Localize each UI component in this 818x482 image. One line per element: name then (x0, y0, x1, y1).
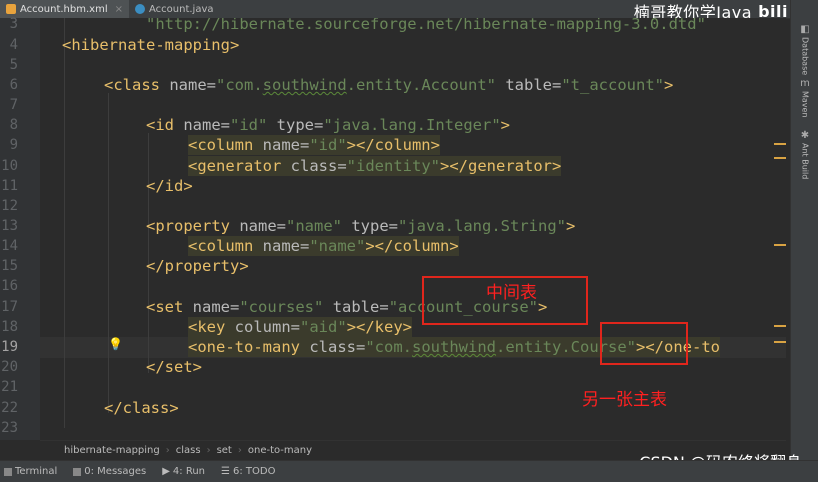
breadcrumb-separator: › (206, 445, 211, 456)
terminal-tool-button[interactable]: Terminal (4, 466, 57, 477)
line-number: 12 (1, 198, 18, 214)
line-number: 10 (1, 158, 18, 174)
maven-icon: m (800, 78, 810, 89)
code-line-22: </class> (104, 399, 179, 417)
annotation-box-other-table (600, 322, 688, 365)
run-tool-button[interactable]: ▶ 4: Run (162, 466, 205, 477)
line-number: 6 (9, 77, 18, 93)
line-number: 22 (1, 400, 18, 416)
tab-account-hbm-xml[interactable]: Account.hbm.xml × (0, 0, 129, 18)
annotation-middle-table: 中间表 (486, 283, 537, 303)
tab-label: Account.java (149, 3, 214, 15)
line-number: 8 (9, 117, 18, 133)
terminal-icon (4, 467, 12, 476)
line-number: 11 (1, 178, 18, 194)
line-number: 20 (1, 359, 18, 375)
line-number: 15 (1, 258, 18, 274)
code-line-4: <hibernate-mapping> (62, 36, 240, 54)
error-stripe-marker[interactable] (774, 244, 786, 246)
code-line-3: "http://hibernate.sourceforge.net/hibern… (146, 18, 706, 33)
ant-icon: ✱ (800, 130, 810, 141)
ant-build-tool-button[interactable]: ✱ Ant Build (793, 130, 817, 179)
line-number: 9 (9, 137, 18, 153)
breadcrumb-item[interactable]: class (176, 445, 201, 456)
breadcrumb-item[interactable]: one-to-many (248, 445, 312, 456)
messages-tool-button[interactable]: 0: Messages (73, 466, 146, 477)
code-line-20: </set> (146, 358, 202, 376)
line-number: 17 (1, 299, 18, 315)
todo-tool-button[interactable]: ☰ 6: TODO (221, 466, 275, 477)
database-tool-button[interactable]: ◧ Database (793, 24, 817, 75)
error-stripe-marker[interactable] (774, 157, 786, 159)
bottom-tool-strip: Terminal 0: Messages ▶ 4: Run ☰ 6: TODO (0, 460, 818, 482)
code-line-10: <generator class="identity"></generator> (188, 156, 562, 176)
close-icon[interactable]: × (115, 4, 123, 15)
code-line-11: </id> (146, 177, 193, 195)
maven-tool-button[interactable]: m Maven (793, 78, 817, 118)
error-stripe-marker[interactable] (774, 325, 786, 327)
breadcrumb-item[interactable]: set (217, 445, 232, 456)
line-number-gutter: 3 4 5 6 7 8 9 10 11 12 13 14 15 16 17 18… (0, 16, 40, 440)
breadcrumb-separator: › (237, 445, 242, 456)
line-number: 5 (9, 57, 18, 73)
code-line-6: <class name="com.southwind.entity.Accoun… (104, 76, 674, 94)
annotation-other-main-table: 另一张主表 (582, 390, 667, 410)
line-number: 7 (9, 97, 18, 113)
line-number: 16 (1, 278, 18, 294)
line-number: 14 (1, 238, 18, 254)
breadcrumb-item[interactable]: hibernate-mapping (64, 445, 160, 456)
code-editor[interactable]: 💡 "http://hibernate.sourceforge.net/hibe… (40, 18, 786, 440)
line-number-current: 19 (1, 339, 18, 355)
tab-label: Account.hbm.xml (20, 3, 108, 15)
code-line-9: <column name="id"></column> (188, 135, 440, 155)
xml-file-icon (6, 4, 16, 14)
right-tool-strip: ◧ Database m Maven ✱ Ant Build (790, 0, 818, 460)
code-line-13: <property name="name" type="java.lang.St… (146, 217, 576, 235)
error-stripe-marker[interactable] (774, 143, 786, 145)
messages-icon (73, 467, 82, 476)
code-line-14: <column name="name"></column> (188, 236, 459, 256)
code-line-15: </property> (146, 257, 249, 275)
line-number: 4 (9, 37, 18, 53)
indent-guide (148, 133, 149, 373)
line-number: 21 (1, 379, 18, 395)
line-number: 3 (9, 16, 18, 32)
breadcrumb-separator: › (165, 445, 170, 456)
run-icon: ▶ (162, 466, 170, 477)
lightbulb-icon[interactable]: 💡 (108, 337, 123, 351)
database-icon: ◧ (800, 24, 810, 35)
indent-guide (108, 93, 109, 413)
code-line-18: <key column="aid"></key> (188, 317, 413, 337)
line-number: 13 (1, 218, 18, 234)
line-number: 23 (1, 420, 18, 436)
indent-guide (64, 18, 65, 428)
todo-icon: ☰ (221, 466, 230, 477)
tab-account-java[interactable]: Account.java (129, 0, 220, 18)
java-class-icon (135, 4, 145, 14)
error-stripe-marker[interactable] (774, 341, 786, 343)
code-line-8: <id name="id" type="java.lang.Integer"> (146, 116, 510, 134)
line-number: 18 (1, 319, 18, 335)
